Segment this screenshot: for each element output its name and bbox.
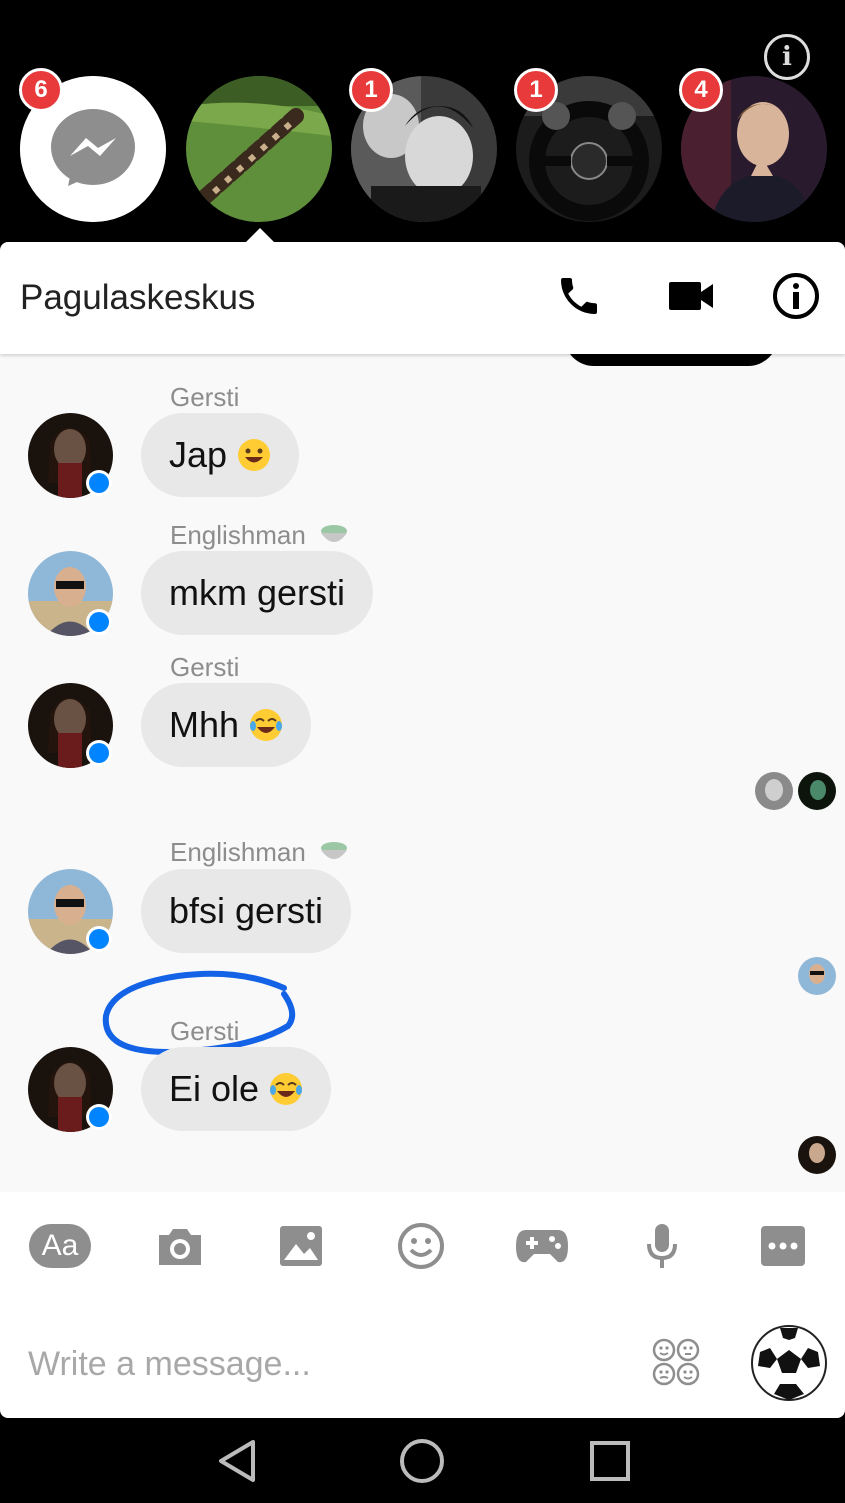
nav-recents-button[interactable]	[585, 1438, 635, 1484]
message-bubble[interactable]: mkm gersti	[141, 551, 374, 635]
emoji-button[interactable]	[390, 1218, 452, 1274]
nav-back-button[interactable]	[212, 1438, 262, 1484]
conversation-title: Pagulaskeskus	[20, 278, 256, 317]
home-circle-icon	[400, 1439, 444, 1483]
previous-message-bubble	[564, 354, 778, 366]
messenger-badge-icon	[86, 926, 112, 952]
message-text: bfsi gersti	[169, 890, 324, 931]
tears-of-joy-emoji-icon	[270, 1073, 303, 1105]
microphone-icon	[647, 1224, 677, 1268]
recents-square-icon	[590, 1441, 630, 1481]
text-style-icon: Aa	[29, 1224, 91, 1268]
gallery-button[interactable]	[270, 1218, 332, 1274]
message-list[interactable]: Gersti Jap Englishman mkm gersti Gersti …	[0, 354, 845, 1192]
message-bubble[interactable]: Ei ole	[141, 1047, 332, 1131]
grinning-face-emoji-icon	[238, 439, 271, 471]
seen-avatar	[798, 1136, 836, 1174]
message-text: Ei ole	[169, 1068, 260, 1109]
message-input[interactable]	[28, 1340, 618, 1388]
message-sender: Gersti	[170, 1016, 240, 1046]
messenger-badge-icon	[86, 740, 112, 766]
image-icon	[280, 1226, 322, 1266]
dogs-photo	[186, 76, 332, 222]
messenger-badge-icon	[86, 609, 112, 635]
emoji-icon	[398, 1223, 444, 1269]
camera-icon	[159, 1229, 201, 1265]
head-badge-messenger: 6	[19, 68, 63, 112]
composer-toolbar: Aa	[0, 1192, 845, 1304]
video-camera-icon[interactable]	[666, 270, 718, 322]
heads-info-button[interactable]: i	[764, 34, 810, 80]
sender-name: Englishman	[170, 520, 306, 550]
more-icon	[761, 1226, 805, 1266]
message-sender: Gersti	[170, 382, 240, 412]
head-badge-man: 4	[679, 68, 723, 112]
messenger-badge-icon	[86, 470, 112, 496]
message-text: Mhh	[169, 704, 240, 745]
chat-heads-bar: i 6 1 1 4	[0, 0, 845, 245]
bowl-icon	[321, 525, 348, 542]
more-button[interactable]	[752, 1218, 814, 1274]
message-sender: Englishman	[170, 837, 349, 868]
system-nav-bar	[0, 1418, 845, 1503]
head-badge-car: 1	[514, 68, 558, 112]
message-text: mkm gersti	[169, 572, 346, 613]
message-bubble[interactable]: Jap	[141, 413, 300, 497]
message-sender: Gersti	[170, 652, 240, 682]
tears-of-joy-emoji-icon	[250, 709, 283, 741]
stickers-button[interactable]	[650, 1336, 702, 1388]
games-button[interactable]	[511, 1218, 573, 1274]
stickers-icon	[652, 1338, 700, 1386]
active-head-pointer	[246, 228, 274, 242]
sender-name: Englishman	[170, 837, 306, 867]
chat-head-dogs[interactable]	[186, 76, 332, 222]
message-text: Jap	[169, 434, 228, 475]
message-sender: Englishman	[170, 520, 349, 551]
text-style-button[interactable]: Aa	[29, 1218, 91, 1274]
soccer-ball-icon	[751, 1325, 827, 1401]
message-bubble[interactable]: bfsi gersti	[141, 869, 352, 953]
info-icon[interactable]	[770, 270, 822, 322]
back-triangle-icon	[219, 1440, 255, 1482]
seen-avatar	[798, 957, 836, 995]
game-controller-icon	[516, 1230, 568, 1263]
heads-info-label: i	[782, 42, 792, 72]
seen-avatar	[755, 772, 793, 810]
conversation-header: Pagulaskeskus	[0, 242, 845, 354]
nav-home-button[interactable]	[397, 1438, 447, 1484]
quick-reaction-button[interactable]	[750, 1324, 828, 1402]
voice-button[interactable]	[631, 1218, 693, 1274]
text-style-label: Aa	[41, 1229, 79, 1262]
message-bubble[interactable]: Mhh	[141, 683, 312, 767]
messenger-badge-icon	[86, 1104, 112, 1130]
phone-icon[interactable]	[553, 270, 605, 322]
seen-avatar	[798, 772, 836, 810]
head-badge-couple: 1	[349, 68, 393, 112]
message-composer	[0, 1304, 845, 1418]
camera-button[interactable]	[149, 1218, 211, 1274]
bowl-icon	[321, 842, 348, 859]
